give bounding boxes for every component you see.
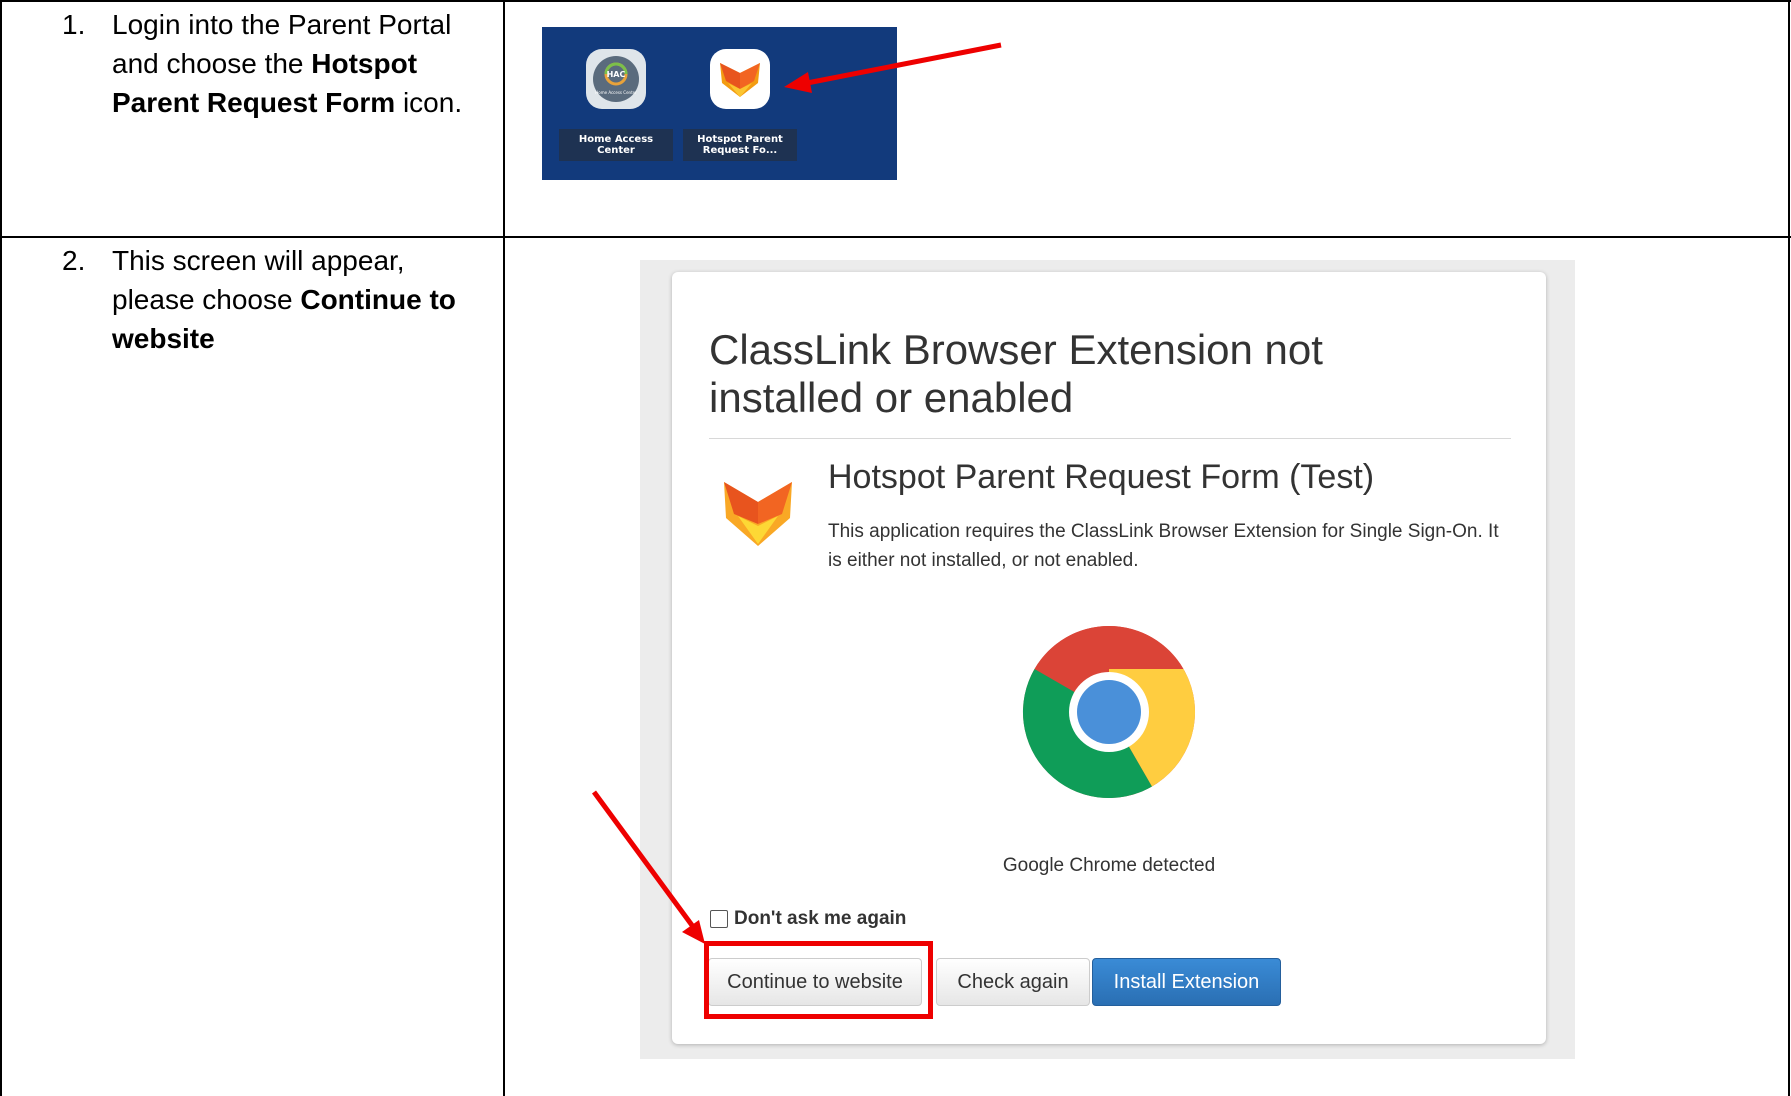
app-label-line: Center: [597, 145, 635, 156]
app-name: Hotspot Parent Request Form (Test): [828, 458, 1375, 496]
app-label-line: Home Access: [578, 134, 654, 145]
table-border-left: [0, 0, 2, 1096]
step-number: 2.: [62, 245, 86, 276]
app-tile-hotspot-parent-request[interactable]: Hotspot Parent Request Fo...: [683, 49, 797, 161]
dont-ask-again-row[interactable]: Don't ask me again: [710, 908, 906, 930]
dont-ask-again-checkbox[interactable]: [710, 910, 728, 928]
app-label-line: Request Fo...: [702, 145, 778, 156]
annotation-highlight-box: [704, 941, 933, 1019]
parent-portal-screenshot: HAC Home Access Center Home Access Center…: [542, 27, 897, 180]
step-text: Login into the Parent Portal and choose …: [112, 5, 492, 122]
check-again-button[interactable]: Check again: [936, 958, 1090, 1006]
dialog-title: ClassLink Browser Extension not installe…: [709, 326, 1323, 421]
table-border-right: [1788, 0, 1790, 1096]
extension-dialog: ClassLink Browser Extension not installe…: [672, 272, 1546, 1044]
hac-icon: HAC Home Access Center: [586, 49, 646, 109]
step-text-part: icon.: [395, 87, 463, 118]
classlink-dialog-screenshot: ClassLink Browser Extension not installe…: [640, 260, 1575, 1059]
step-text: This screen will appear, please choose C…: [112, 241, 492, 358]
step-number: 1.: [62, 9, 86, 40]
install-extension-button[interactable]: Install Extension: [1092, 958, 1281, 1006]
fox-icon: [710, 49, 770, 109]
app-tile-label: Hotspot Parent Request Fo...: [683, 129, 797, 161]
checkbox-label: Don't ask me again: [734, 908, 907, 929]
app-tile-label: Home Access Center: [559, 129, 673, 161]
app-tile-home-access-center[interactable]: HAC Home Access Center Home Access Center: [559, 49, 673, 161]
table-border-top: [0, 0, 1791, 2]
table-column-divider: [503, 0, 505, 1096]
dialog-divider: [709, 438, 1511, 439]
hac-icon-subtext: Home Access Center: [595, 90, 637, 95]
app-label-line: Hotspot Parent: [697, 134, 783, 145]
browser-detected-text: Google Chrome detected: [1002, 855, 1216, 876]
fox-icon: [724, 472, 792, 551]
instruction-table: 1. Login into the Parent Portal and choo…: [0, 0, 1791, 1096]
table-row-divider: [0, 236, 1791, 238]
hac-icon-text: HAC: [607, 70, 626, 79]
app-description: This application requires the ClassLink …: [828, 521, 1499, 571]
chrome-icon: [1021, 624, 1197, 805]
